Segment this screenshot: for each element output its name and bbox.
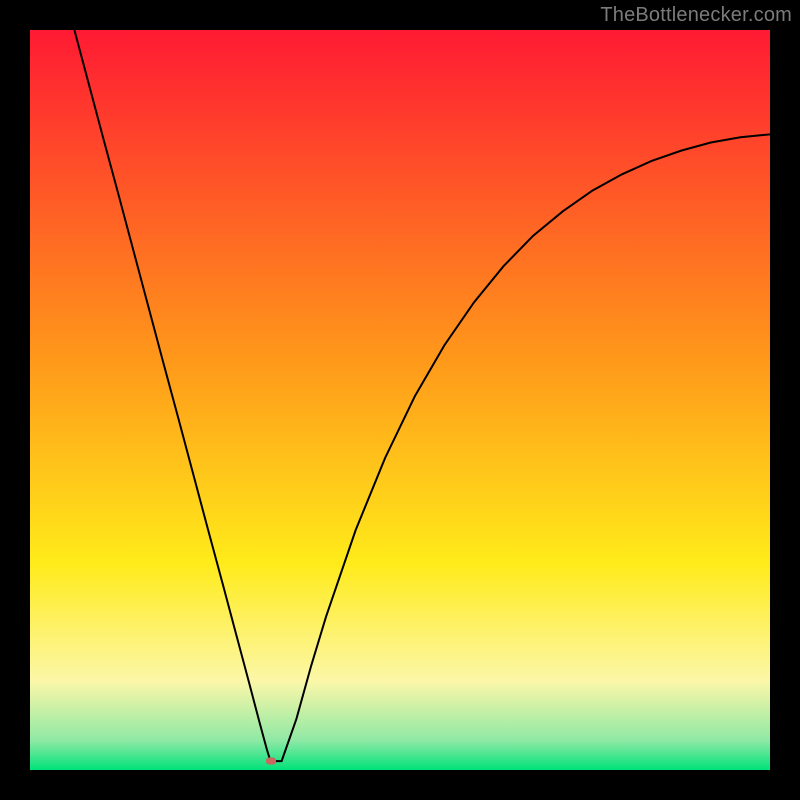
plot-area — [30, 30, 770, 770]
chart-frame: TheBottlenecker.com — [0, 0, 800, 800]
watermark-text: TheBottlenecker.com — [600, 4, 792, 27]
optimal-point-marker — [266, 758, 276, 765]
bottleneck-curve — [30, 30, 770, 770]
